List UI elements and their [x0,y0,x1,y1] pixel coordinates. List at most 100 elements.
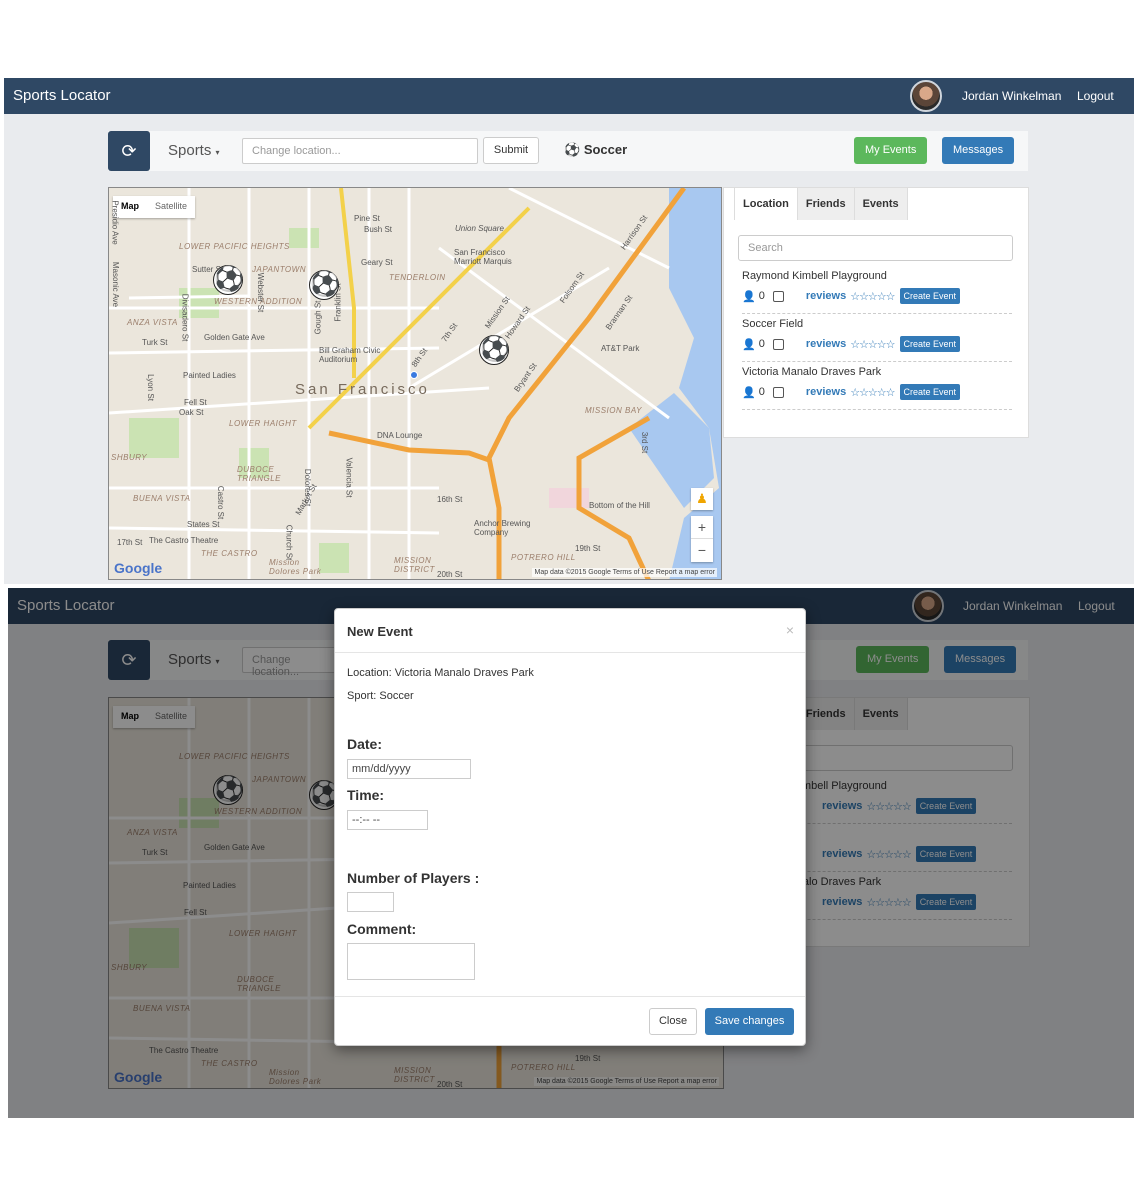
zoom-in-button[interactable]: + [691,516,713,539]
navbar: Sports Locator Jordan Winkelman Logout [4,78,1134,114]
location-input[interactable]: Change location... [242,138,478,164]
messages-button[interactable]: Messages [942,137,1015,164]
map-label: Mission Dolores Park [269,558,322,576]
map-label: 20th St [437,570,463,579]
toolbar: ⟳ Sports ▾ Change location... Submit ⚽ S… [108,131,1028,171]
event-sport: Sport: Soccer [347,690,414,702]
map-type-control: Map Satellite [113,196,196,218]
map-label: 19th St [575,544,601,553]
star-rating-icon[interactable]: ☆☆☆☆☆ [850,290,895,303]
create-event-button[interactable]: Create Event [899,288,961,304]
reviews-link[interactable]: reviews [806,338,846,350]
location-actions: 👤 0 reviews ☆☆☆☆☆ Create Event [742,288,961,304]
create-event-button[interactable]: Create Event [899,384,961,400]
location-checkbox[interactable] [772,290,784,302]
map-label: Oak St [179,408,204,417]
map-label: Union Square [455,224,504,233]
sports-dropdown[interactable]: Sports ▾ [168,142,220,159]
soccer-marker-icon[interactable]: ⚽ [213,265,244,295]
map-label: Bill Graham Civic Auditorium [319,346,381,364]
map-label: Lyon St [145,374,155,401]
tab-friends[interactable]: Friends [796,187,855,220]
user-name[interactable]: Jordan Winkelman [962,89,1061,103]
current-location-icon [410,371,418,379]
person-icon: 👤 [742,386,756,399]
players-label: Number of Players : [347,870,480,886]
map-label: DNA Lounge [377,431,423,440]
zoom-out-button[interactable]: − [691,539,713,561]
new-event-modal: New Event × Location: Victoria Manalo Dr… [334,608,806,1046]
player-count: 0 [758,338,765,350]
list-item: Raymond Kimbell Playground 👤 0 reviews ☆… [742,270,1012,314]
reviews-link[interactable]: reviews [806,290,846,302]
map-label: 3rd St [640,431,650,454]
modal-title: New Event [347,624,413,639]
map-label: AT&T Park [601,344,640,353]
soccer-marker-icon[interactable]: ⚽ [479,335,510,365]
event-location: Location: Victoria Manalo Draves Park [347,667,534,679]
create-event-button[interactable]: Create Event [899,336,961,352]
person-icon: 👤 [742,290,756,303]
logout-link[interactable]: Logout [1077,89,1114,103]
player-count: 0 [758,386,765,398]
location-search-input[interactable]: Search [738,235,1013,261]
app-brand[interactable]: Sports Locator [13,87,111,104]
map-label: Divisadero St [180,293,190,342]
map-label: Masonic Ave [111,261,121,308]
map-label: 16th St [437,495,463,504]
soccer-ball-icon: ⚽ [564,142,581,157]
map-label: Fell St [184,398,207,407]
location-checkbox[interactable] [772,338,784,350]
tab-events[interactable]: Events [853,187,908,220]
soccer-marker-icon[interactable]: ⚽ [309,270,340,300]
location-panel: Location Friends Events Search Raymond K… [723,187,1029,438]
close-icon[interactable]: × [786,622,794,638]
refresh-button[interactable]: ⟳ [108,131,150,171]
submit-button[interactable]: Submit [483,137,539,164]
reviews-link[interactable]: reviews [806,386,846,398]
location-name[interactable]: Victoria Manalo Draves Park [742,366,881,378]
star-rating-icon[interactable]: ☆☆☆☆☆ [850,338,895,351]
map-label: Castro St [216,485,226,520]
close-button[interactable]: Close [649,1008,697,1035]
map-label: Painted Ladies [183,371,236,380]
pegman-icon[interactable]: ♟ [691,488,713,510]
save-changes-button[interactable]: Save changes [705,1008,794,1035]
map-label: Gough St [313,300,323,335]
star-rating-icon[interactable]: ☆☆☆☆☆ [850,386,895,399]
time-input[interactable]: --:-- -- [347,810,428,830]
zoom-control: + − [691,516,713,562]
map-label: LOWER HAIGHT [229,419,297,428]
map-label: Golden Gate Ave [204,333,265,342]
my-events-button[interactable]: My Events [854,137,928,164]
map-label: Dolores St [303,468,313,507]
location-checkbox[interactable] [772,386,784,398]
players-input[interactable] [347,892,394,912]
caret-down-icon: ▾ [215,148,220,157]
map-footer[interactable]: Map data ©2015 Google Terms of Use Repor… [532,568,717,577]
selected-sport: ⚽ Soccer [564,142,628,157]
player-count: 0 [758,290,765,302]
map[interactable]: Map Satellite LOWER PACIFIC HEIGHTS JAPA… [108,187,722,580]
date-input[interactable]: mm/dd/yyyy [347,759,471,779]
google-logo: Google [114,560,163,576]
list-item: Soccer Field 👤 0 reviews ☆☆☆☆☆ Create Ev… [742,318,1012,362]
location-actions: 👤 0 reviews ☆☆☆☆☆ Create Event [742,336,961,352]
tab-location[interactable]: Location [734,187,798,220]
comment-textarea[interactable] [347,943,475,980]
map-label: ANZA VISTA [127,318,178,327]
location-name[interactable]: Soccer Field [742,318,803,330]
map-label: Pine St [354,214,380,223]
map-label: San Francisco Marriott Marquis [454,248,512,266]
panel-tabs: Location Friends Events [734,187,908,220]
map-label: Church St [284,524,294,561]
user-avatar[interactable] [910,80,942,112]
map-label: MISSION BAY [585,406,642,415]
refresh-icon: ⟳ [121,141,137,161]
map-label: The Castro Theatre [149,536,219,545]
divider [335,996,805,997]
screenshot-main: Sports Locator Jordan Winkelman Logout ⟳… [4,78,1134,584]
map-label: Bush St [364,225,393,234]
map-type-satellite[interactable]: Satellite [147,196,195,218]
location-name[interactable]: Raymond Kimbell Playground [742,270,887,282]
